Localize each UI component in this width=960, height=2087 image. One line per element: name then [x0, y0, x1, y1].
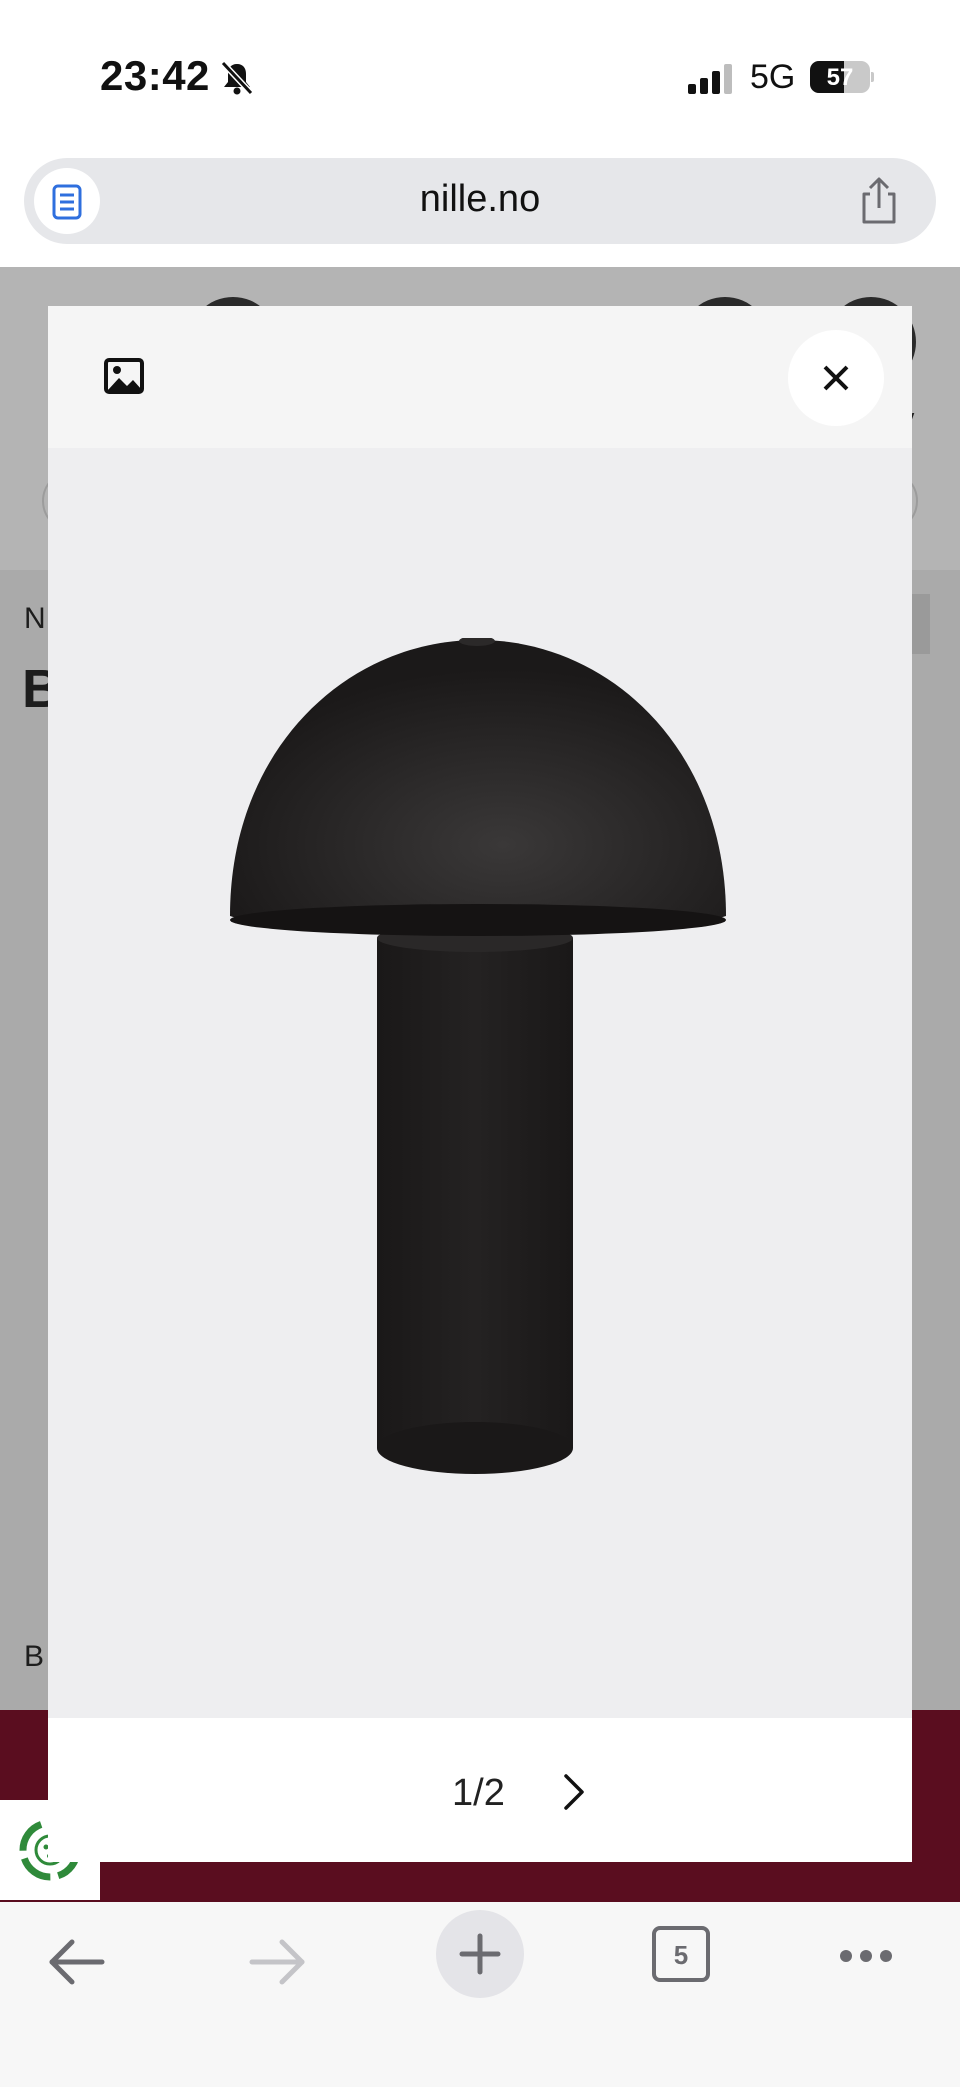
arrow-left-icon[interactable] [44, 1930, 108, 1994]
share-icon[interactable] [854, 176, 904, 226]
chevron-right-icon[interactable] [552, 1768, 596, 1816]
modal-header [48, 306, 912, 448]
tab-count: 5 [673, 1940, 689, 1970]
image-viewer-modal: 1/2 [48, 306, 912, 1862]
breadcrumb: N [24, 602, 46, 635]
tabs-button[interactable]: 5 [652, 1926, 710, 1982]
battery-percent: 57 [826, 64, 854, 91]
signal-icon [688, 64, 732, 94]
close-button[interactable] [788, 330, 884, 426]
address-bar[interactable]: nille.no [24, 158, 936, 244]
image-icon [104, 358, 144, 394]
more-icon[interactable] [838, 1948, 894, 1964]
browser-toolbar: 5 [0, 1902, 960, 2087]
lamp-image [230, 638, 726, 1474]
plus-icon [459, 1933, 501, 1975]
new-tab-button[interactable] [436, 1910, 524, 1998]
product-image [48, 448, 912, 1718]
status-bar: 23:42 5G 57 [0, 0, 960, 150]
arrow-right-icon[interactable] [246, 1930, 310, 1994]
bell-slash-icon [220, 60, 254, 96]
network-type: 5G [750, 58, 796, 96]
status-time: 23:42 [100, 52, 210, 99]
battery-icon: 57 [810, 61, 874, 93]
pager-count: 1/2 [452, 1772, 505, 1814]
close-icon [823, 365, 849, 391]
pager: 1/2 [48, 1718, 912, 1862]
product-text: B [24, 1640, 45, 1673]
url-text[interactable]: nille.no [24, 178, 936, 221]
